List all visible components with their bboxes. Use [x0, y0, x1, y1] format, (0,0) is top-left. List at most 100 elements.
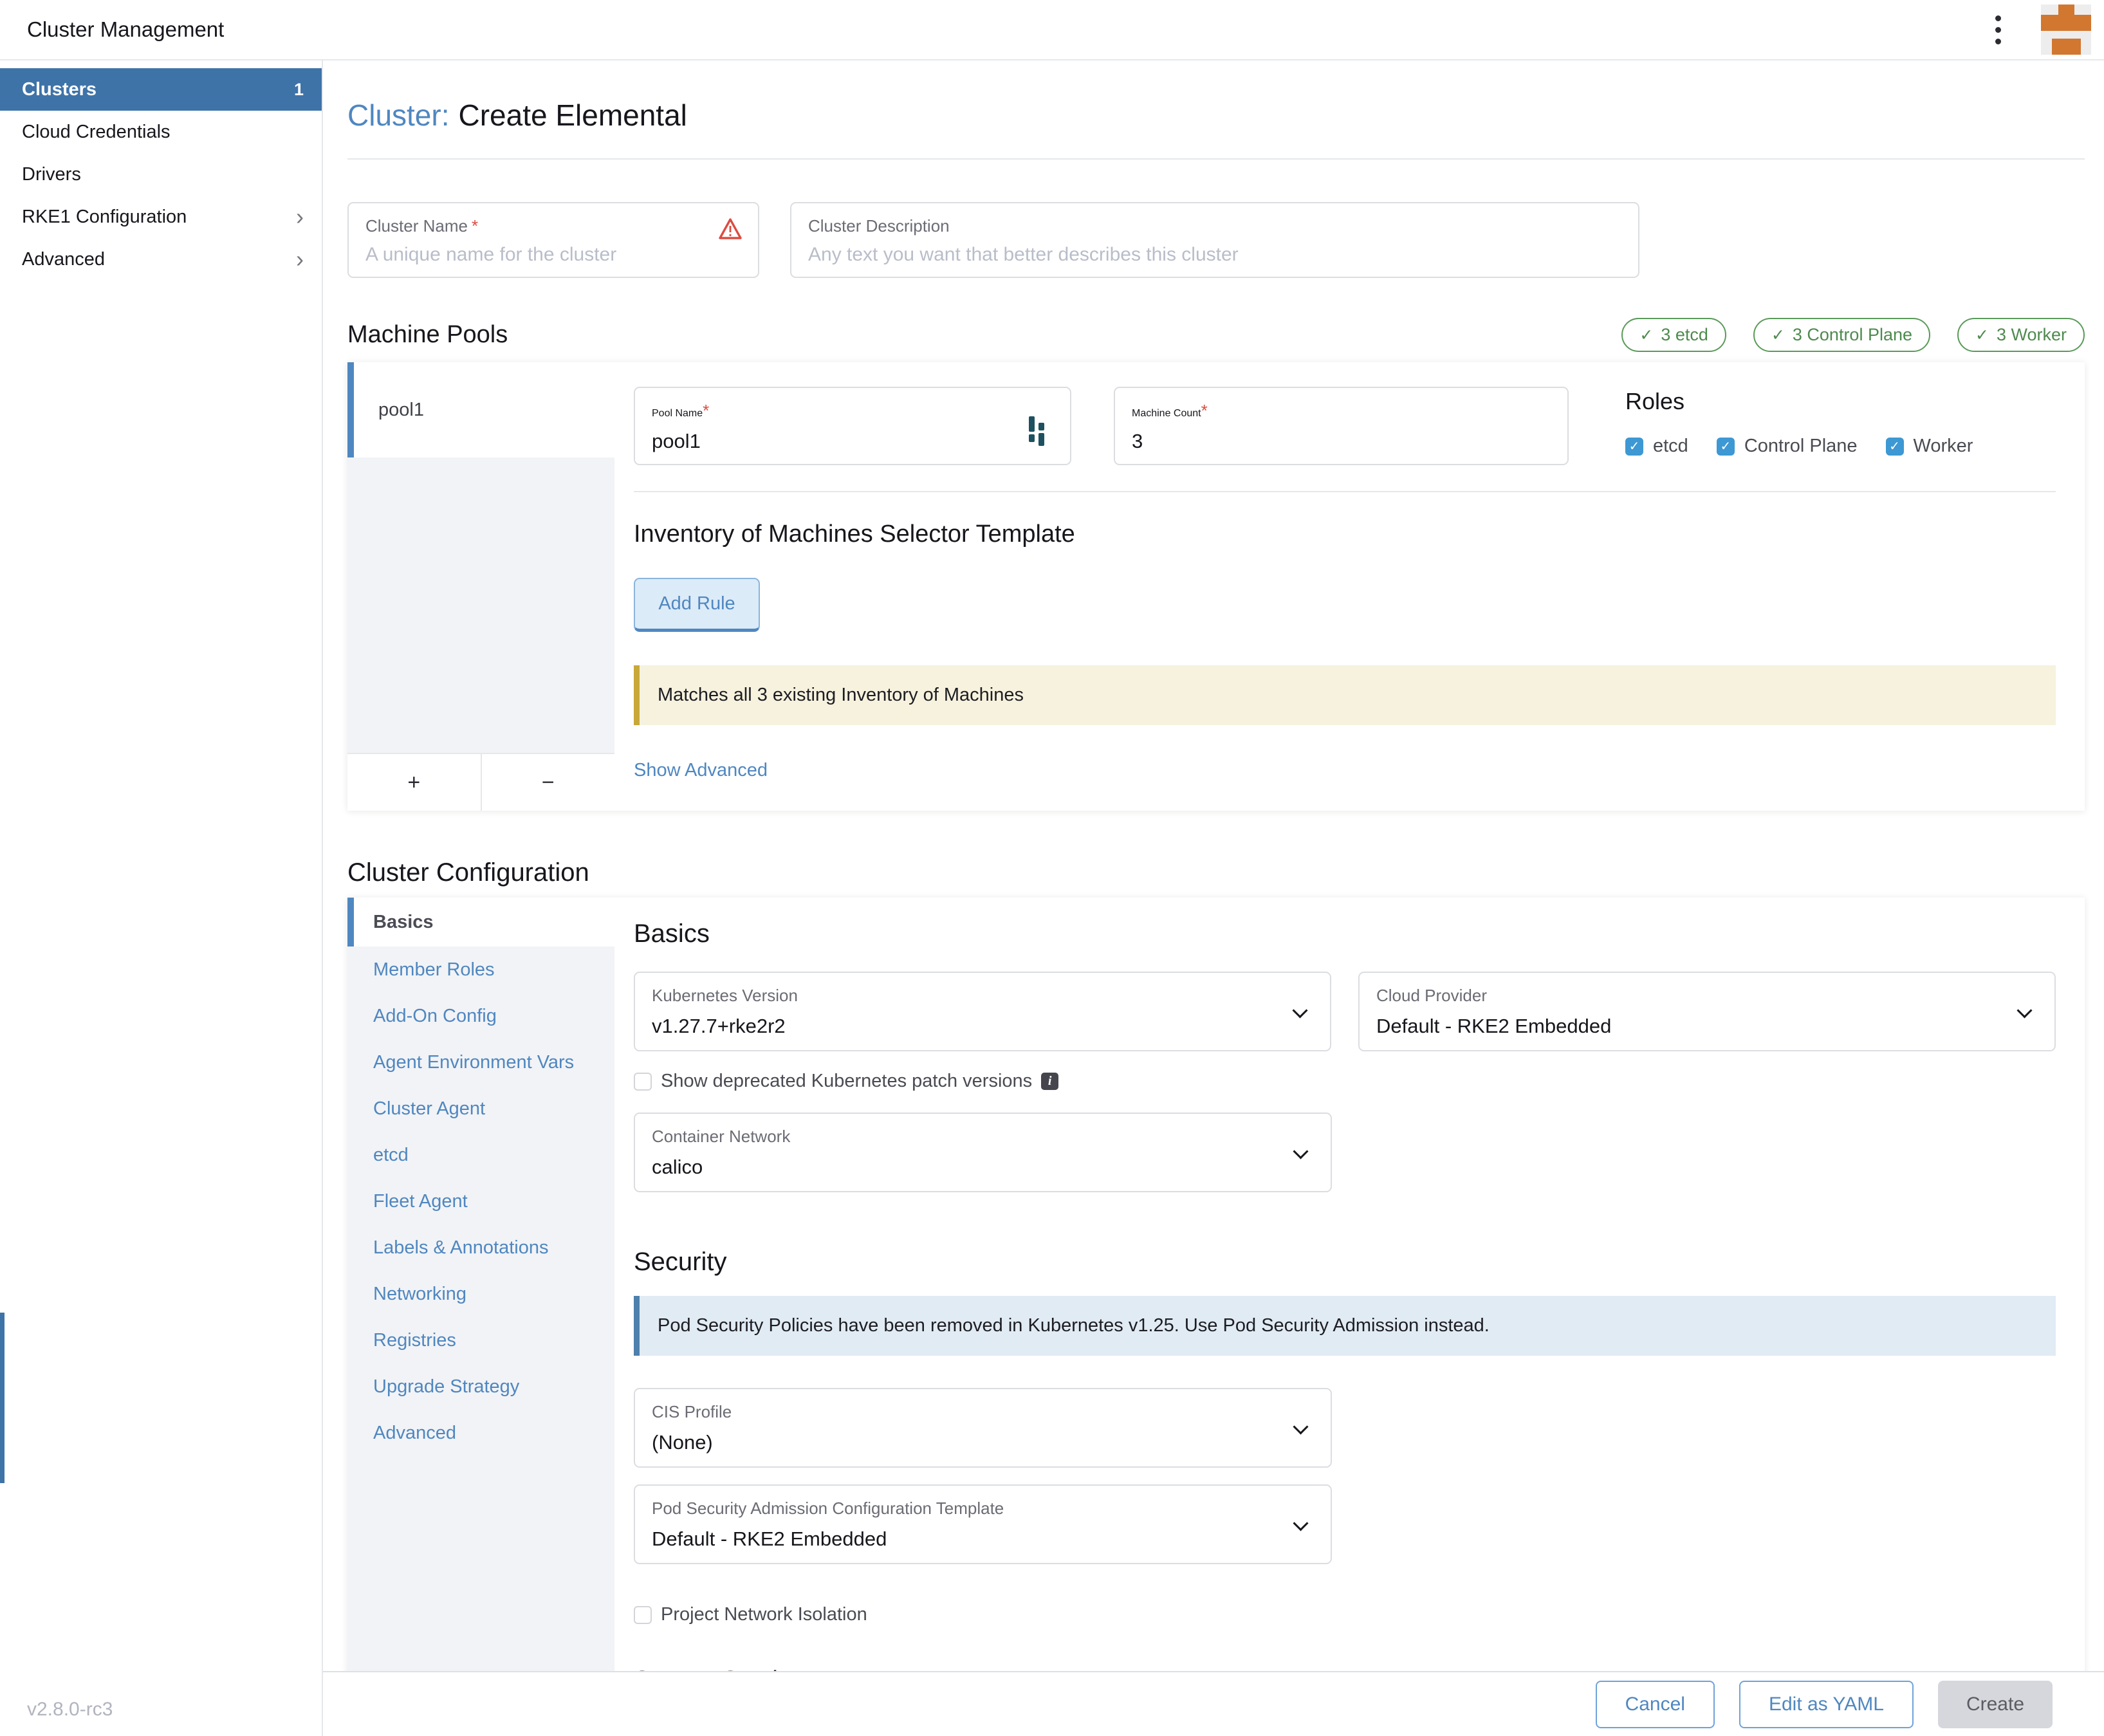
config-tab-networking[interactable]: Networking — [347, 1271, 614, 1317]
pool-section-divider — [634, 491, 2056, 492]
config-tab-fleet-agent[interactable]: Fleet Agent — [347, 1178, 614, 1224]
kubernetes-version-value: v1.27.7+rke2r2 — [652, 1015, 1313, 1038]
cluster-name-label: Cluster Name* — [365, 216, 741, 236]
randomize-name-icon[interactable] — [1029, 415, 1051, 443]
sidebar-item-drivers[interactable]: Drivers — [0, 153, 322, 196]
show-deprecated-label[interactable]: Show deprecated Kubernetes patch version… — [661, 1071, 1032, 1092]
chevron-right-icon: › — [296, 205, 304, 228]
checkbox-checked-icon: ✓ — [1886, 438, 1904, 456]
sidebar-item-advanced[interactable]: Advanced › — [0, 238, 322, 281]
config-tab-registries[interactable]: Registries — [347, 1317, 614, 1363]
cluster-configuration-heading: Cluster Configuration — [347, 858, 2085, 887]
pool-name-label: Pool Name* — [652, 401, 1053, 421]
container-network-value: calico — [652, 1156, 1314, 1179]
config-tab-etcd[interactable]: etcd — [347, 1132, 614, 1178]
pool-name-field: Pool Name* — [634, 387, 1071, 465]
machine-pools-heading: Machine Pools — [347, 321, 508, 349]
checkbox-checked-icon: ✓ — [1625, 438, 1643, 456]
edit-as-yaml-button[interactable]: Edit as YAML — [1739, 1681, 1914, 1728]
cloud-provider-select[interactable]: Cloud Provider Default - RKE2 Embedded — [1358, 972, 2056, 1051]
cluster-configuration-card: Basics Member Roles Add-On Config Agent … — [347, 898, 2085, 1671]
checkbox-unchecked-icon[interactable] — [634, 1606, 652, 1624]
role-checkbox-worker[interactable]: ✓ Worker — [1886, 436, 1973, 457]
roles-group: Roles ✓ etcd ✓ Control Plane — [1625, 387, 1973, 465]
warning-triangle-icon — [718, 217, 743, 244]
sidebar-item-cloud-credentials[interactable]: Cloud Credentials — [0, 111, 322, 153]
left-edge-scroll-indicator[interactable] — [0, 1313, 5, 1483]
role-checkbox-control-plane[interactable]: ✓ Control Plane — [1717, 436, 1858, 457]
info-tooltip-icon[interactable]: i — [1041, 1073, 1058, 1090]
sidebar-item-label: Advanced — [22, 249, 105, 270]
cancel-button[interactable]: Cancel — [1596, 1681, 1715, 1728]
cloud-provider-value: Default - RKE2 Embedded — [1376, 1015, 2038, 1038]
sidebar-item-rke1-configuration[interactable]: RKE1 Configuration › — [0, 196, 322, 238]
cis-profile-select[interactable]: CIS Profile (None) — [634, 1388, 1332, 1468]
pool-name-input[interactable] — [652, 430, 993, 453]
cis-profile-value: (None) — [652, 1431, 1314, 1454]
add-pool-button[interactable]: + — [347, 754, 482, 811]
system-services-heading: System Services — [634, 1667, 2056, 1671]
kebab-menu-icon[interactable] — [1989, 9, 2007, 51]
inventory-selector-heading: Inventory of Machines Selector Template — [634, 521, 2056, 548]
sidebar: Clusters 1 Cloud Credentials Drivers RKE… — [0, 60, 323, 1736]
version-label: v2.8.0-rc3 — [27, 1699, 113, 1721]
psa-template-select[interactable]: Pod Security Admission Configuration Tem… — [634, 1484, 1332, 1564]
basics-heading: Basics — [634, 919, 2056, 948]
show-advanced-link[interactable]: Show Advanced — [634, 760, 768, 781]
container-network-select[interactable]: Container Network calico — [634, 1113, 1332, 1192]
main-content: Cluster: Create Elemental Cluster Name* — [323, 60, 2104, 1671]
create-button[interactable]: Create — [1938, 1681, 2053, 1728]
roles-heading: Roles — [1625, 388, 1973, 415]
config-tab-upgrade-strategy[interactable]: Upgrade Strategy — [347, 1363, 614, 1410]
etcd-count-badge: ✓ 3 etcd — [1621, 318, 1726, 352]
config-tab-advanced[interactable]: Advanced — [347, 1410, 614, 1456]
psa-template-value: Default - RKE2 Embedded — [652, 1528, 1314, 1551]
action-bar: Cancel Edit as YAML Create — [323, 1671, 2104, 1736]
machine-pools-card: pool1 + − Pool Name* — [347, 362, 2085, 811]
sidebar-item-label: RKE1 Configuration — [22, 207, 187, 228]
config-tab-member-roles[interactable]: Member Roles — [347, 946, 614, 993]
sidebar-item-label: Cloud Credentials — [22, 122, 171, 143]
brand-logo-icon[interactable] — [2041, 5, 2091, 55]
kubernetes-version-label: Kubernetes Version — [652, 986, 1313, 1006]
project-network-isolation-row: Project Network Isolation — [634, 1604, 2056, 1625]
pool-tab-pool1[interactable]: pool1 — [347, 362, 614, 457]
clusters-count-badge: 1 — [294, 80, 304, 100]
cluster-description-label: Cluster Description — [808, 216, 1621, 236]
machine-count-field: Machine Count* — [1114, 387, 1569, 465]
security-heading: Security — [634, 1248, 2056, 1277]
config-tab-agent-environment-vars[interactable]: Agent Environment Vars — [347, 1039, 614, 1085]
page-title-text: Create Elemental — [458, 98, 687, 132]
required-asterisk: * — [472, 216, 478, 236]
machine-count-input[interactable] — [1132, 430, 1488, 453]
matches-banner: Matches all 3 existing Inventory of Mach… — [634, 665, 2056, 725]
page-title-prefix: Cluster: — [347, 98, 449, 132]
psa-template-label: Pod Security Admission Configuration Tem… — [652, 1499, 1314, 1519]
check-icon: ✓ — [1639, 326, 1653, 345]
config-tab-labels-annotations[interactable]: Labels & Annotations — [347, 1224, 614, 1271]
config-tab-add-on-config[interactable]: Add-On Config — [347, 993, 614, 1039]
cluster-name-field: Cluster Name* — [347, 202, 759, 278]
sidebar-item-label: Drivers — [22, 164, 81, 185]
sidebar-item-clusters[interactable]: Clusters 1 — [0, 68, 322, 111]
sidebar-item-label: Clusters — [22, 79, 97, 100]
show-deprecated-row: Show deprecated Kubernetes patch version… — [634, 1071, 2056, 1092]
remove-pool-button[interactable]: − — [482, 754, 615, 811]
check-icon: ✓ — [1771, 326, 1785, 345]
kubernetes-version-select[interactable]: Kubernetes Version v1.27.7+rke2r2 — [634, 972, 1331, 1051]
project-network-isolation-label[interactable]: Project Network Isolation — [661, 1604, 867, 1625]
cluster-description-input[interactable] — [808, 244, 1621, 266]
checkbox-unchecked-icon[interactable] — [634, 1073, 652, 1091]
pool-tabs-column: pool1 + − — [347, 362, 614, 811]
psp-removed-banner: Pod Security Policies have been removed … — [634, 1296, 2056, 1356]
worker-count-badge: ✓ 3 Worker — [1957, 318, 2085, 352]
cluster-description-field: Cluster Description — [790, 202, 1639, 278]
add-rule-button[interactable]: Add Rule — [634, 578, 760, 632]
config-tab-cluster-agent[interactable]: Cluster Agent — [347, 1085, 614, 1132]
config-tab-basics[interactable]: Basics — [347, 898, 614, 946]
cluster-name-input[interactable] — [365, 244, 741, 266]
machine-count-label: Machine Count* — [1132, 401, 1551, 421]
role-checkbox-etcd[interactable]: ✓ etcd — [1625, 436, 1688, 457]
required-asterisk: * — [1201, 401, 1208, 420]
cis-profile-label: CIS Profile — [652, 1402, 1314, 1422]
